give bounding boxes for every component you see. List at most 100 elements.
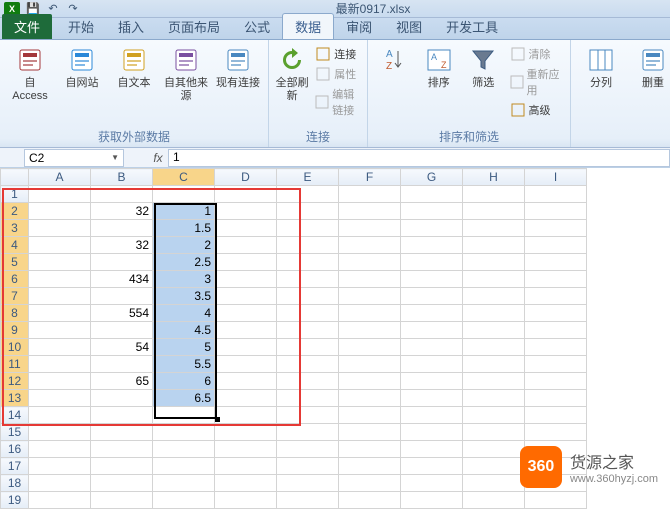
cell[interactable]: 554 bbox=[91, 305, 153, 322]
cell[interactable] bbox=[525, 322, 587, 339]
cell[interactable] bbox=[91, 458, 153, 475]
cell[interactable] bbox=[277, 186, 339, 203]
cell[interactable] bbox=[463, 373, 525, 390]
cell[interactable] bbox=[277, 424, 339, 441]
cell[interactable] bbox=[277, 271, 339, 288]
cell[interactable] bbox=[401, 458, 463, 475]
chevron-down-icon[interactable]: ▼ bbox=[111, 153, 119, 162]
cell[interactable] bbox=[525, 424, 587, 441]
column-header[interactable]: A bbox=[29, 169, 91, 186]
cell[interactable] bbox=[215, 237, 277, 254]
cell[interactable] bbox=[277, 339, 339, 356]
cell[interactable] bbox=[463, 492, 525, 509]
cell[interactable] bbox=[463, 407, 525, 424]
cell[interactable] bbox=[29, 186, 91, 203]
cell[interactable]: 2 bbox=[153, 237, 215, 254]
row-header[interactable]: 4 bbox=[1, 237, 29, 254]
cell[interactable] bbox=[401, 407, 463, 424]
cell[interactable] bbox=[339, 305, 401, 322]
cell[interactable] bbox=[525, 373, 587, 390]
cell[interactable] bbox=[339, 271, 401, 288]
cell[interactable] bbox=[339, 492, 401, 509]
cell[interactable] bbox=[463, 458, 525, 475]
cell[interactable] bbox=[91, 475, 153, 492]
ribbon-item-adv[interactable]: 高级 bbox=[508, 101, 565, 119]
row-header[interactable]: 14 bbox=[1, 407, 29, 424]
ribbon-button-text[interactable]: 自文本 bbox=[110, 43, 158, 90]
cell[interactable] bbox=[29, 390, 91, 407]
ribbon-button-sort[interactable]: AZ排序 bbox=[419, 43, 460, 90]
cell[interactable] bbox=[277, 254, 339, 271]
cell[interactable] bbox=[339, 424, 401, 441]
cell[interactable] bbox=[339, 407, 401, 424]
cell[interactable] bbox=[401, 373, 463, 390]
cell[interactable]: 32 bbox=[91, 203, 153, 220]
row-header[interactable]: 19 bbox=[1, 492, 29, 509]
cell[interactable] bbox=[215, 271, 277, 288]
cell[interactable] bbox=[277, 373, 339, 390]
cell[interactable] bbox=[463, 441, 525, 458]
cell[interactable] bbox=[29, 288, 91, 305]
cell[interactable] bbox=[215, 492, 277, 509]
cell[interactable] bbox=[277, 220, 339, 237]
cell[interactable] bbox=[153, 458, 215, 475]
cell[interactable]: 1 bbox=[153, 203, 215, 220]
tab-审阅[interactable]: 审阅 bbox=[334, 14, 384, 39]
cell[interactable] bbox=[29, 458, 91, 475]
cell[interactable] bbox=[215, 424, 277, 441]
cell[interactable] bbox=[153, 492, 215, 509]
cell[interactable]: 5.5 bbox=[153, 356, 215, 373]
ribbon-button-web[interactable]: 自网站 bbox=[58, 43, 106, 90]
row-header[interactable]: 10 bbox=[1, 339, 29, 356]
column-header[interactable]: H bbox=[463, 169, 525, 186]
fill-handle-icon[interactable] bbox=[215, 417, 220, 422]
cell[interactable] bbox=[277, 305, 339, 322]
cell[interactable] bbox=[339, 390, 401, 407]
cell[interactable] bbox=[29, 237, 91, 254]
cell[interactable] bbox=[463, 424, 525, 441]
cell[interactable] bbox=[401, 322, 463, 339]
cell[interactable] bbox=[401, 186, 463, 203]
cell[interactable] bbox=[277, 458, 339, 475]
cell[interactable] bbox=[525, 254, 587, 271]
cell[interactable] bbox=[463, 339, 525, 356]
cell[interactable] bbox=[29, 305, 91, 322]
cell[interactable] bbox=[525, 237, 587, 254]
row-header[interactable]: 1 bbox=[1, 186, 29, 203]
ribbon-button-existing[interactable]: 现有连接 bbox=[214, 43, 262, 90]
column-header[interactable]: E bbox=[277, 169, 339, 186]
cell[interactable]: 4.5 bbox=[153, 322, 215, 339]
ribbon-button-cols[interactable]: 分列 bbox=[577, 43, 625, 90]
cell[interactable]: 54 bbox=[91, 339, 153, 356]
cell[interactable] bbox=[215, 475, 277, 492]
cell[interactable] bbox=[463, 356, 525, 373]
row-header[interactable]: 2 bbox=[1, 203, 29, 220]
column-header[interactable]: D bbox=[215, 169, 277, 186]
cell[interactable] bbox=[215, 356, 277, 373]
cell[interactable] bbox=[463, 475, 525, 492]
cell[interactable] bbox=[29, 254, 91, 271]
cell[interactable] bbox=[525, 339, 587, 356]
formula-input[interactable]: 1 bbox=[168, 149, 670, 167]
column-header[interactable]: G bbox=[401, 169, 463, 186]
cell[interactable] bbox=[277, 322, 339, 339]
cell[interactable] bbox=[463, 390, 525, 407]
cell[interactable] bbox=[339, 475, 401, 492]
cell[interactable] bbox=[525, 288, 587, 305]
row-header[interactable]: 5 bbox=[1, 254, 29, 271]
cell[interactable] bbox=[525, 390, 587, 407]
cell[interactable] bbox=[29, 203, 91, 220]
cell[interactable]: 4 bbox=[153, 305, 215, 322]
row-header[interactable]: 11 bbox=[1, 356, 29, 373]
cell[interactable] bbox=[339, 203, 401, 220]
cell[interactable] bbox=[339, 237, 401, 254]
cell[interactable] bbox=[29, 322, 91, 339]
cell[interactable] bbox=[525, 305, 587, 322]
cell[interactable] bbox=[215, 186, 277, 203]
cell[interactable] bbox=[525, 356, 587, 373]
cell[interactable] bbox=[29, 373, 91, 390]
cell[interactable] bbox=[401, 254, 463, 271]
cell[interactable] bbox=[29, 220, 91, 237]
cell[interactable] bbox=[401, 220, 463, 237]
cell[interactable] bbox=[401, 339, 463, 356]
